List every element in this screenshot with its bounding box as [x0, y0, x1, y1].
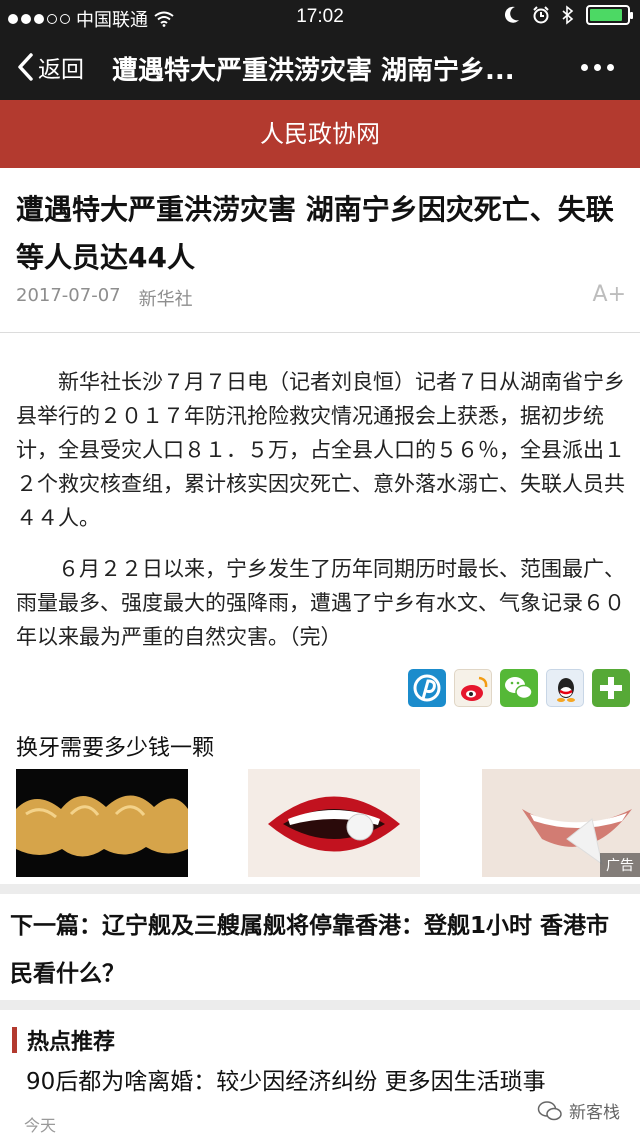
watermark: 新客栈	[537, 1098, 620, 1123]
ad-image-smile[interactable]: 广告	[482, 769, 640, 877]
bluetooth-icon	[562, 5, 574, 25]
watermark-text: 新客栈	[569, 1103, 620, 1123]
ad-title[interactable]: 换牙需要多少钱一颗	[16, 730, 214, 762]
pinterest-share-icon[interactable]	[408, 669, 446, 707]
next-article-link[interactable]: 下一篇：辽宁舰及三艘属舰将停靠香港：登舰1小时 香港市民看什么？	[10, 902, 630, 998]
article-meta: 2017-07-07 新华社	[16, 285, 628, 311]
chevron-left-icon	[18, 53, 33, 81]
moon-icon	[504, 6, 519, 23]
nav-bar: 返回 遭遇特大严重洪涝灾害 湖南宁乡...	[0, 34, 640, 100]
page-title: 遭遇特大严重洪涝灾害 湖南宁乡...	[112, 56, 515, 86]
section-divider	[0, 1000, 640, 1010]
section-divider	[0, 884, 640, 894]
hot-article-time: 今天	[24, 1116, 57, 1135]
wechat-share-icon[interactable]	[500, 669, 538, 707]
status-icons	[504, 5, 633, 25]
ad-image-teeth-crown[interactable]	[16, 769, 188, 877]
article-source[interactable]: 新华社	[139, 285, 193, 311]
hot-article-link[interactable]: 90后都为啥离婚：较少因经济纠纷 更多因生活琐事	[26, 1062, 546, 1096]
header-divider	[0, 332, 640, 333]
battery-icon	[586, 5, 633, 25]
share-bar	[408, 669, 630, 707]
hot-section-title: 热点推荐	[27, 1030, 116, 1055]
hot-section-header: 热点推荐	[12, 1024, 115, 1056]
article-paragraph: ６月２２日以来，宁乡发生了历年同期历时最长、范围最广、雨量最多、强度最大的强降雨…	[16, 557, 625, 649]
article-title: 遭遇特大严重洪涝灾害 湖南宁乡因灾死亡、失联等人员达44人	[16, 193, 614, 274]
more-menu-icon[interactable]	[581, 64, 614, 71]
article-paragraph: 新华社长沙７月７日电（记者刘良恒）记者７日从湖南省宁乡县举行的２０１７年防汛抢险…	[16, 370, 625, 530]
more-share-icon[interactable]	[592, 669, 630, 707]
back-label: 返回	[38, 57, 84, 83]
battery-fill	[590, 9, 623, 21]
article-date: 2017-07-07	[16, 285, 121, 306]
font-size-button[interactable]: A+	[593, 282, 626, 307]
status-bar: 中国联通 17:02	[0, 0, 640, 34]
back-button[interactable]: 返回	[16, 50, 84, 84]
ad-badge: 广告	[600, 853, 640, 877]
site-banner[interactable]: 人民政协网	[0, 100, 640, 168]
ad-image-mouth-pill[interactable]	[248, 769, 420, 877]
wechat-watermark-icon	[537, 1100, 562, 1120]
accent-bar	[12, 1027, 17, 1053]
alarm-icon	[533, 6, 549, 24]
qq-share-icon[interactable]	[546, 669, 584, 707]
weibo-share-icon[interactable]	[454, 669, 492, 707]
